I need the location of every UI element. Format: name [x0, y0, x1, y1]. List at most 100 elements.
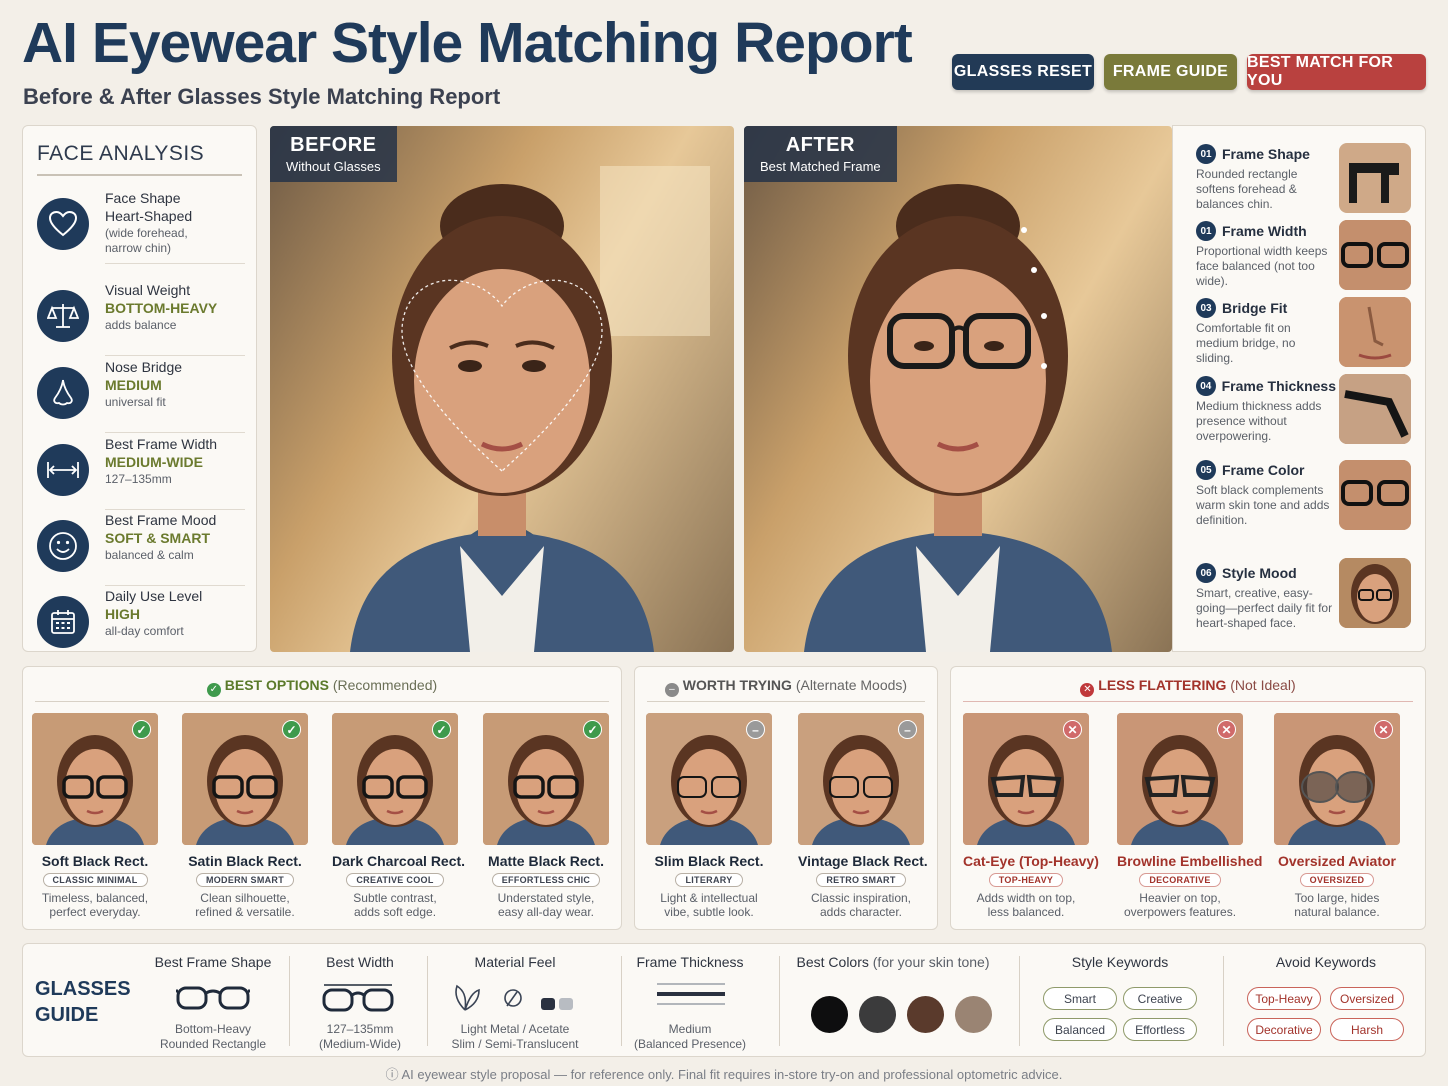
style-keyword[interactable]: Smart [1043, 987, 1117, 1010]
detail-text: Medium thickness adds presence without o… [1196, 399, 1322, 443]
style-keyword[interactable]: Balanced [1043, 1018, 1117, 1041]
footer-disclaimer: ⓘ AI eyewear style proposal — for refere… [385, 1067, 1063, 1082]
detail-number: 01 [1196, 144, 1216, 164]
material-text: Light Metal / Acetate Slim / Semi-Transl… [451, 1022, 579, 1051]
option-card[interactable]: ✕ Browline Embellished DECORATIVE Heavier o… [1117, 713, 1262, 919]
avoid-keyword[interactable]: Decorative [1247, 1018, 1321, 1041]
detail-number: 06 [1196, 563, 1216, 583]
face-shape-value: Heart-Shaped [105, 208, 193, 224]
option-card[interactable]: ✓ Dark Charcoal Rect. CREATIVE COOL Subtle … [332, 713, 466, 919]
avoid-keywords-head: Avoid Keywords [1275, 954, 1377, 970]
best-colors-head: Best Colors (for your skin tone) [796, 954, 990, 970]
minus-icon: – [664, 683, 679, 697]
face-shape-detail: (wide forehead, narrow chin) [105, 226, 188, 255]
after-tag: AFTER Best Matched Frame [744, 126, 897, 182]
face-shape-item: Face Shape Heart-Shaped (wide forehead, … [35, 190, 245, 264]
detail-number: 01 [1196, 221, 1216, 241]
divider [37, 174, 242, 176]
frame-width-item: Best Frame Width MEDIUM-WIDE 127–135mm [35, 436, 245, 510]
detail-title: Bridge Fit [1222, 300, 1288, 316]
frame-mood-detail: balanced & calm [105, 548, 194, 562]
frame-guide-button[interactable]: FRAME GUIDE [1104, 54, 1237, 90]
after-label: AFTER [785, 134, 855, 156]
color-swatch-brown [907, 996, 944, 1033]
option-card[interactable]: ✓ Matte Black Rect. EFFORTLESS CHIC Underst… [483, 713, 609, 919]
daily-use-label: Daily Use Level [105, 588, 203, 604]
material-icons [455, 984, 573, 1011]
check-badge-icon: ✓ [132, 720, 151, 739]
style-keyword[interactable]: Creative [1123, 987, 1197, 1010]
check-icon: ✓ [206, 683, 221, 697]
frame-thickness-text: Medium (Balanced Presence) [633, 1022, 747, 1051]
option-card-image: ✓ [182, 713, 308, 845]
option-card-image: ✓ [332, 713, 458, 845]
material-head: Material Feel [474, 954, 556, 970]
daily-use-item: Daily Use Level HIGH all-day comfort [35, 588, 245, 662]
frame-width-icon [322, 984, 394, 1012]
frame-thickness-thumbnail [1339, 374, 1411, 444]
option-tag: MODERN SMART [195, 873, 295, 887]
option-card-image: ✕ [1274, 713, 1400, 845]
option-card[interactable]: – Slim Black Rect. LITERARY Light & intelle… [646, 713, 772, 919]
option-card[interactable]: ✓ Soft Black Rect. CLASSIC MINIMAL Timeless… [32, 713, 158, 919]
nose-bridge-detail: universal fit [105, 395, 166, 409]
option-card-image: ✓ [483, 713, 609, 845]
width-arrows-icon [37, 444, 89, 496]
option-name: Soft Black Rect. [41, 853, 149, 869]
avoid-keyword[interactable]: Harsh [1330, 1018, 1404, 1041]
best-frame-shape-head: Best Frame Shape [154, 954, 272, 970]
option-name: Satin Black Rect. [188, 853, 302, 869]
style-mood-thumbnail [1339, 558, 1411, 628]
option-card[interactable]: ✓ Satin Black Rect. MODERN SMART Clean silh… [182, 713, 308, 919]
after-photo: AFTER Best Matched Frame [744, 126, 1172, 652]
visual-weight-item: Visual Weight BOTTOM-HEAVY adds balance [35, 282, 245, 356]
before-photo: BEFORE Without Glasses [270, 126, 734, 652]
before-label: BEFORE [290, 134, 377, 156]
cross-badge-icon: ✕ [1374, 720, 1393, 739]
color-swatch-charcoal [859, 996, 896, 1033]
style-keyword[interactable]: Effortless [1123, 1018, 1197, 1041]
detail-bridge-fit: 03 Bridge Fit Comfortable fit on medium b… [1196, 298, 1336, 366]
option-desc: Too large, hides natural balance. [1294, 891, 1380, 919]
detail-title: Style Mood [1222, 565, 1297, 581]
glasses-guide-title: GLASSES GUIDE [35, 978, 131, 1026]
detail-title: Frame Shape [1222, 146, 1310, 162]
option-card-image: ✓ [32, 713, 158, 845]
detail-style-mood: 06 Style Mood Smart, creative, easy-going… [1196, 563, 1336, 631]
glasses-reset-button[interactable]: GLASSES RESET [952, 54, 1094, 90]
option-tag: EFFORTLESS CHIC [491, 873, 601, 887]
option-card[interactable]: ✕ Cat-Eye (Top-Heavy) TOP-HEAVY Adds width … [963, 713, 1099, 919]
detail-frame-color: 05 Frame Color Soft black complements war… [1196, 460, 1336, 528]
option-card-image: – [646, 713, 772, 845]
detail-number: 03 [1196, 298, 1216, 318]
option-card[interactable]: ✕ Oversized Aviator OVERSIZED Too large, hi… [1274, 713, 1400, 919]
frame-color-thumbnail [1339, 460, 1411, 530]
option-card-image: ✕ [1117, 713, 1243, 845]
before-portrait-image [350, 166, 710, 652]
best-match-button[interactable]: BEST MATCH FOR YOU [1247, 54, 1426, 90]
calendar-icon [37, 596, 89, 648]
option-name: Dark Charcoal Rect. [332, 853, 466, 869]
smile-icon [37, 520, 89, 572]
avoid-keyword[interactable]: Top-Heavy [1247, 987, 1321, 1010]
daily-use-detail: all-day comfort [105, 624, 184, 638]
avoid-keyword[interactable]: Oversized [1330, 987, 1404, 1010]
check-badge-icon: ✓ [432, 720, 451, 739]
best-width-head: Best Width [326, 954, 394, 970]
option-desc: Light & intellectual vibe, subtle look. [660, 891, 758, 919]
detail-number: 05 [1196, 460, 1216, 480]
option-card[interactable]: – Vintage Black Rect. RETRO SMART Classic i… [798, 713, 928, 919]
color-swatch-black [811, 996, 848, 1033]
best-frame-shape-text: Bottom-Heavy Rounded Rectangle [159, 1022, 267, 1051]
option-name: Oversized Aviator [1277, 853, 1396, 869]
visual-weight-value: BOTTOM-HEAVY [105, 300, 218, 316]
balance-scale-icon [37, 290, 89, 342]
nose-bridge-value: MEDIUM [105, 377, 162, 393]
option-desc: Adds width on top, less balanced. [976, 891, 1076, 919]
page-subtitle: Before & After Glasses Style Matching Re… [23, 84, 501, 109]
detail-frame-thickness: 04 Frame Thickness Medium thickness adds … [1196, 376, 1336, 444]
detail-frame-width: 01 Frame Width Proportional width keeps f… [1196, 221, 1336, 289]
after-sub: Best Matched Frame [760, 159, 881, 174]
glasses-guide-panel: GLASSES GUIDE Best Frame Shape Bottom-He… [22, 943, 1426, 1057]
frame-width-value: MEDIUM-WIDE [105, 454, 203, 470]
